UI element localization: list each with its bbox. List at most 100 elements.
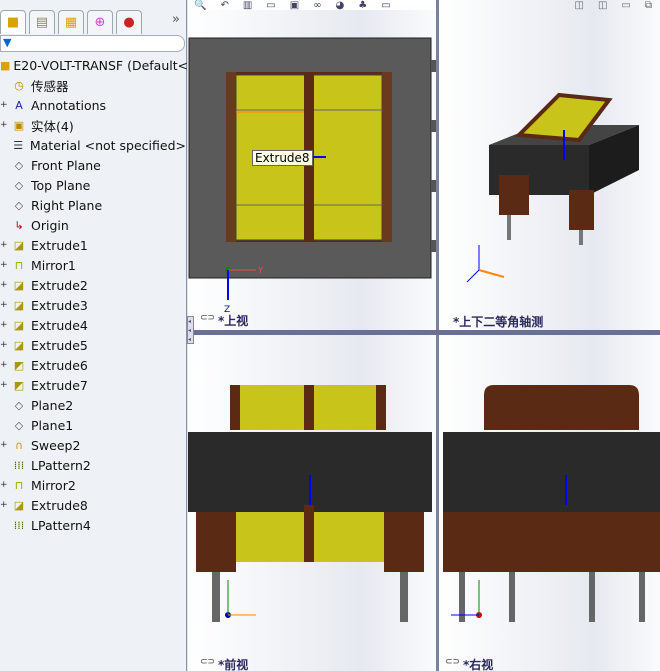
- graphics-area[interactable]: 🔍 ↶ ▥ ▭ ▣ ∞ ◕ ♣ ▭ ZY Extrude8 ⊂⊃ *上视 *上下二等角轴测 ◫ ◫…: [188, 0, 660, 671]
- expand-toggle[interactable]: +: [0, 240, 10, 250]
- linear-pattern-icon: ⁞⁞⁞: [13, 458, 25, 472]
- viewport-right[interactable]: ⊂⊃ *右视: [439, 335, 660, 671]
- tree-item[interactable]: + ◩ Extrude6: [0, 355, 186, 375]
- tree-item[interactable]: + ∩ Sweep2: [0, 435, 186, 455]
- heads-up-toolbar: 🔍 ↶ ▥ ▭ ▣ ∞ ◕ ♣ ▭: [194, 0, 391, 11]
- tree-filter-input[interactable]: ▼: [0, 35, 185, 52]
- appearance-icon[interactable]: ◕: [336, 0, 345, 11]
- tree-item-label: Plane1: [31, 417, 74, 433]
- tree-item-label: Extrude4: [31, 317, 88, 333]
- tree-item[interactable]: + ⊓ Mirror2: [0, 475, 186, 495]
- feature-manager-icon: ■: [6, 15, 20, 30]
- expand-toggle[interactable]: +: [0, 300, 10, 310]
- linear-pattern-icon: ⁞⁞⁞: [13, 518, 25, 532]
- tree-item-label: Extrude1: [31, 237, 88, 253]
- dimxpert-icon: ⊕: [94, 15, 106, 30]
- feature-manager-tab[interactable]: ■: [0, 10, 26, 34]
- hide-show-icon[interactable]: ∞: [313, 0, 321, 11]
- tree-item[interactable]: ◇ Plane1: [0, 415, 186, 435]
- link-views-icon[interactable]: ⊂⊃: [445, 657, 460, 667]
- tree-item[interactable]: + ◪ Extrude5: [0, 335, 186, 355]
- four-view-icon[interactable]: ⧉: [645, 0, 652, 11]
- tree-item-label: Top Plane: [31, 177, 91, 193]
- dimxpert-tab[interactable]: ⊕: [87, 10, 113, 34]
- expand-toggle[interactable]: +: [0, 500, 10, 510]
- tree-item[interactable]: + ◪ Extrude2: [0, 275, 186, 295]
- expand-toggle[interactable]: +: [0, 320, 10, 330]
- display-manager-tab[interactable]: ●: [116, 10, 142, 34]
- tree-item[interactable]: ◇ Right Plane: [0, 195, 186, 215]
- tree-item[interactable]: + ◪ Extrude8: [0, 495, 186, 515]
- panel-collapse-handle[interactable]: ◂ ◂ ◂: [187, 316, 194, 344]
- viewport-splitter-horizontal[interactable]: [188, 330, 660, 335]
- link-views-icon[interactable]: ⊂⊃: [200, 657, 215, 667]
- tree-item[interactable]: + A Annotations: [0, 95, 186, 115]
- display-style-icon[interactable]: ▣: [290, 0, 299, 11]
- tree-item[interactable]: ◇ Top Plane: [0, 175, 186, 195]
- extrude-icon: ◪: [13, 278, 25, 292]
- viewport-isometric[interactable]: *上下二等角轴测 ◫ ◫ ▭ ⧉: [439, 0, 660, 330]
- tree-item[interactable]: + ◪ Extrude1: [0, 235, 186, 255]
- panel-tabs: ■ ▤ ▦ ⊕ ●: [0, 10, 187, 34]
- scene-icon[interactable]: ♣: [358, 0, 367, 11]
- expand-toggle[interactable]: +: [0, 100, 10, 110]
- viewport-label-top: *上视: [218, 314, 249, 328]
- tree-item-label: Sweep2: [31, 437, 81, 453]
- section-view-icon[interactable]: ▥: [243, 0, 252, 11]
- tree-item[interactable]: ↳ Origin: [0, 215, 186, 235]
- display-manager-icon: ●: [123, 15, 135, 30]
- extrude-icon: ◪: [13, 298, 25, 312]
- tree-item[interactable]: + ◪ Extrude4: [0, 315, 186, 335]
- expand-toggle[interactable]: +: [0, 120, 10, 130]
- property-manager-tab[interactable]: ▤: [29, 10, 55, 34]
- tree-item[interactable]: + ⊓ Mirror1: [0, 255, 186, 275]
- tree-item[interactable]: ◇ Plane2: [0, 395, 186, 415]
- tree-item[interactable]: + ◪ Extrude3: [0, 295, 186, 315]
- link-views-icon[interactable]: ⊂⊃: [200, 313, 215, 323]
- view-orientation-icon[interactable]: ▭: [266, 0, 275, 11]
- expand-toggle[interactable]: +: [0, 440, 10, 450]
- more-tabs-button[interactable]: »: [172, 12, 180, 27]
- extrude-icon: ◪: [13, 318, 25, 332]
- tree-item-label: Extrude8: [31, 497, 88, 513]
- viewport-splitter-vertical[interactable]: [436, 0, 439, 671]
- solid-bodies-folder-icon: ▣: [13, 118, 25, 132]
- tile-vertical-icon[interactable]: ◫: [598, 0, 607, 11]
- filter-icon: ▼: [3, 36, 12, 49]
- plane-icon: ◇: [14, 398, 24, 412]
- right-view-model: [443, 385, 660, 622]
- tree-item-label: Extrude6: [31, 357, 88, 373]
- viewport-top[interactable]: ZY Extrude8 ⊂⊃ *上视: [188, 10, 436, 330]
- expand-toggle[interactable]: +: [0, 340, 10, 350]
- tree-item[interactable]: ◷ 传感器: [0, 75, 186, 95]
- tree-root-part[interactable]: ■ E20-VOLT-TRANSF (Default<: [0, 55, 188, 75]
- expand-toggle[interactable]: +: [0, 360, 10, 370]
- tree-item-label: Mirror2: [31, 477, 76, 493]
- tree-item[interactable]: ⁞⁞⁞ LPattern4: [0, 515, 186, 535]
- zoom-icon[interactable]: 🔍: [194, 0, 206, 11]
- tree-item[interactable]: + ◩ Extrude7: [0, 375, 186, 395]
- tile-horizontal-icon[interactable]: ◫: [575, 0, 584, 11]
- tree-item-label: Mirror1: [31, 257, 76, 273]
- tree-item[interactable]: ◇ Front Plane: [0, 155, 186, 175]
- tree-item-label: LPattern2: [31, 457, 91, 473]
- tree-item[interactable]: ⁞⁞⁞ LPattern2: [0, 455, 186, 475]
- mirror-icon: ⊓: [14, 478, 24, 492]
- view-settings-icon[interactable]: ▭: [381, 0, 390, 11]
- tree-item-label: Right Plane: [31, 197, 103, 213]
- viewport-front[interactable]: ⊂⊃ *前视: [188, 335, 436, 671]
- expand-toggle[interactable]: +: [0, 280, 10, 290]
- extrude-icon: ◪: [13, 338, 25, 352]
- tree-item[interactable]: + ▣ 实体(4): [0, 115, 186, 135]
- origin-icon: ↳: [14, 218, 24, 232]
- material-icon: ☰: [13, 138, 24, 152]
- expand-toggle[interactable]: +: [0, 480, 10, 490]
- expand-toggle[interactable]: +: [0, 380, 10, 390]
- tree-item[interactable]: ☰ Material <not specified>: [0, 135, 186, 155]
- previous-view-icon[interactable]: ↶: [220, 0, 228, 11]
- tree-item-label: 实体(4): [31, 118, 74, 134]
- single-view-icon[interactable]: ▭: [621, 0, 630, 11]
- expand-toggle[interactable]: +: [0, 260, 10, 270]
- feature-tree: ■ E20-VOLT-TRANSF (Default< ◷ 传感器 + A Annotati…: [0, 55, 188, 535]
- configuration-manager-tab[interactable]: ▦: [58, 10, 84, 34]
